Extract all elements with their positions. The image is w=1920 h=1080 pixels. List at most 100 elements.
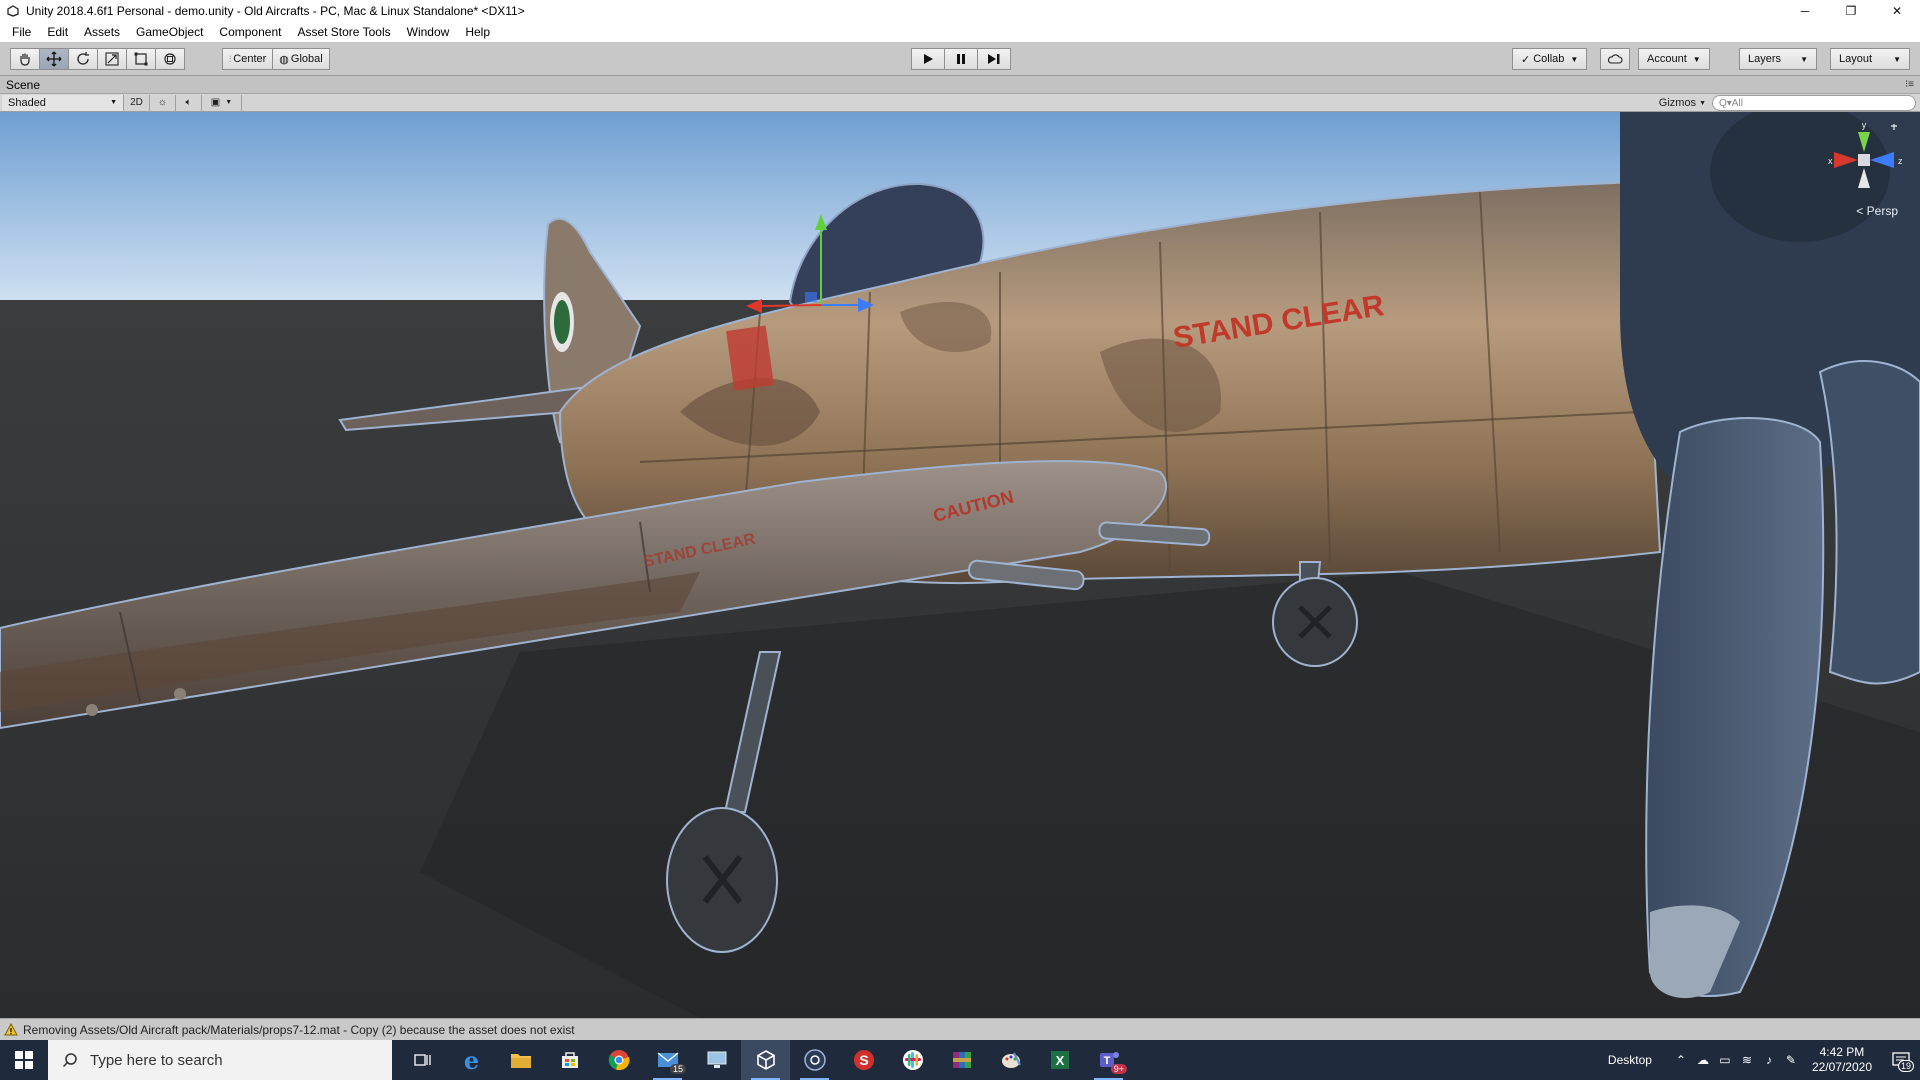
play-button[interactable]: [911, 48, 945, 70]
taskbar-search-input[interactable]: Type here to search: [48, 1040, 392, 1080]
system-tray: Desktop ⌃ ☁ ▭ ≋ ♪ ✎ 4:42 PM 22/07/2020 1…: [1608, 1040, 1920, 1080]
move-icon: [46, 51, 62, 67]
search-icon: [62, 1053, 77, 1068]
transform-tool-button[interactable]: [155, 48, 185, 70]
lighting-toggle[interactable]: ☼: [150, 94, 176, 111]
menu-assets[interactable]: Assets: [76, 25, 128, 39]
store-app-button[interactable]: [545, 1040, 594, 1080]
check-circle-icon: ✓: [1521, 53, 1531, 66]
caret-down-icon: ▼: [1570, 54, 1579, 64]
file-explorer-button[interactable]: [496, 1040, 545, 1080]
svg-text:X: X: [1055, 1053, 1064, 1068]
scene-search-input[interactable]: Q▾All: [1712, 95, 1916, 111]
scene-viewport[interactable]: STAND CLEAR CAUTION STAND CLEAR y x z < …: [0, 112, 1920, 1018]
audio-toggle[interactable]: 🔈︎: [176, 94, 202, 111]
menu-window[interactable]: Window: [399, 25, 458, 39]
status-message: Removing Assets/Old Aircraft pack/Materi…: [23, 1022, 575, 1037]
gizmo-y-cone[interactable]: [1858, 132, 1870, 152]
wifi-icon[interactable]: ≋: [1736, 1040, 1758, 1080]
collab-dropdown[interactable]: ✓ Collab ▼: [1512, 48, 1588, 70]
move-tool-button[interactable]: [39, 48, 69, 70]
menu-gameobject[interactable]: GameObject: [128, 25, 211, 39]
menu-file[interactable]: File: [4, 25, 39, 39]
projection-label[interactable]: < Persp: [1856, 204, 1898, 218]
image-icon: ▣: [210, 97, 221, 108]
menu-asset-store-tools[interactable]: Asset Store Tools: [289, 25, 398, 39]
rotate-tool-button[interactable]: [68, 48, 98, 70]
maximize-button[interactable]: ❐: [1828, 0, 1874, 22]
cloud-button[interactable]: [1600, 48, 1630, 70]
transform-icon: [164, 53, 176, 65]
account-dropdown[interactable]: Account ▼: [1638, 48, 1710, 70]
hand-icon: [20, 53, 30, 66]
console-status-bar[interactable]: Removing Assets/Old Aircraft pack/Materi…: [0, 1018, 1920, 1040]
unity-hub-button[interactable]: [790, 1040, 839, 1080]
unity-icon: [756, 1050, 775, 1070]
winrar-app-button[interactable]: [937, 1040, 986, 1080]
layers-dropdown[interactable]: Layers ▼: [1739, 48, 1817, 70]
desktop-toolbar-label[interactable]: Desktop: [1608, 1053, 1652, 1067]
edge-icon: e: [463, 1045, 480, 1075]
battery-icon[interactable]: ▭: [1714, 1040, 1736, 1080]
task-view-button[interactable]: [398, 1040, 447, 1080]
2d-toggle[interactable]: 2D: [124, 94, 150, 111]
caret-down-icon: ▼: [110, 99, 117, 106]
window-title: Unity 2018.4.6f1 Personal - demo.unity -…: [26, 4, 525, 18]
menu-help[interactable]: Help: [457, 25, 498, 39]
pivot-global-toggle[interactable]: ◍ Global: [272, 48, 330, 70]
rect-tool-button[interactable]: [126, 48, 156, 70]
red-decal: [726, 325, 774, 391]
gizmo-neg-y-cone[interactable]: [1858, 168, 1870, 188]
gizmos-dropdown[interactable]: Gizmos ▼: [1659, 95, 1706, 111]
pivot-center-toggle[interactable]: ⫶ Center: [222, 48, 274, 70]
folder-icon: [510, 1054, 531, 1068]
gizmo-y-label: y: [1862, 120, 1867, 130]
paint-app-button[interactable]: [986, 1040, 1035, 1080]
notification-center-button[interactable]: 19: [1882, 1040, 1920, 1080]
remote-desktop-button[interactable]: [692, 1040, 741, 1080]
pen-icon[interactable]: ✎: [1780, 1040, 1802, 1080]
menu-edit[interactable]: Edit: [39, 25, 76, 39]
mail-app-button[interactable]: 15: [643, 1040, 692, 1080]
hand-tool-button[interactable]: [10, 48, 40, 70]
start-button[interactable]: [0, 1040, 48, 1080]
tab-scene[interactable]: Scene: [6, 78, 40, 92]
chevron-up-icon[interactable]: ⌃: [1670, 1040, 1692, 1080]
clock-time: 4:42 PM: [1819, 1045, 1865, 1059]
gizmo-z-cone[interactable]: [1870, 152, 1894, 168]
windows-taskbar: Type here to search e 15 S X T 9+ Deskto…: [0, 1040, 1920, 1080]
chrome-app-button[interactable]: [594, 1040, 643, 1080]
excel-app-button[interactable]: X: [1035, 1040, 1084, 1080]
substance-app-button[interactable]: S: [839, 1040, 888, 1080]
edge-app-button[interactable]: e: [447, 1040, 496, 1080]
pause-button[interactable]: [944, 48, 978, 70]
plane-handle[interactable]: [805, 292, 817, 302]
teams-app-button[interactable]: T 9+: [1084, 1040, 1133, 1080]
gizmo-x-cone[interactable]: [1834, 152, 1858, 168]
panel-menu-icon[interactable]: ⁝≡: [1905, 79, 1914, 90]
unity-app-button[interactable]: [741, 1040, 790, 1080]
volume-icon[interactable]: ♪: [1758, 1040, 1780, 1080]
close-button[interactable]: ✕: [1874, 0, 1920, 22]
draw-mode-dropdown[interactable]: Shaded ▼: [2, 94, 124, 111]
scene-controls-bar: Shaded ▼ 2D ☼ 🔈︎ ▣ ▼ Gizmos ▼ Q▾All: [0, 94, 1920, 112]
step-button[interactable]: [977, 48, 1011, 70]
minimize-button[interactable]: ─: [1782, 0, 1828, 22]
lock-icon[interactable]: [1891, 124, 1897, 130]
network-status-icon[interactable]: ☁: [1692, 1040, 1714, 1080]
menu-component[interactable]: Component: [211, 25, 289, 39]
play-controls: [911, 48, 1011, 70]
archive-icon: [952, 1052, 971, 1068]
unity-logo-icon: [6, 4, 20, 18]
gizmo-center-cube[interactable]: [1858, 154, 1870, 166]
effects-dropdown[interactable]: ▣ ▼: [202, 94, 242, 111]
clock[interactable]: 4:42 PM 22/07/2020: [1812, 1045, 1872, 1075]
layout-dropdown[interactable]: Layout ▼: [1830, 48, 1910, 70]
scene-render[interactable]: STAND CLEAR CAUTION STAND CLEAR: [0, 112, 1920, 1018]
slack-app-button[interactable]: [888, 1040, 937, 1080]
x-axis-handle[interactable]: [759, 304, 822, 307]
svg-text:T: T: [1103, 1055, 1110, 1067]
caret-down-icon: ▼: [225, 99, 233, 106]
unity-hub-icon: [803, 1049, 826, 1071]
scale-tool-button[interactable]: [97, 48, 127, 70]
